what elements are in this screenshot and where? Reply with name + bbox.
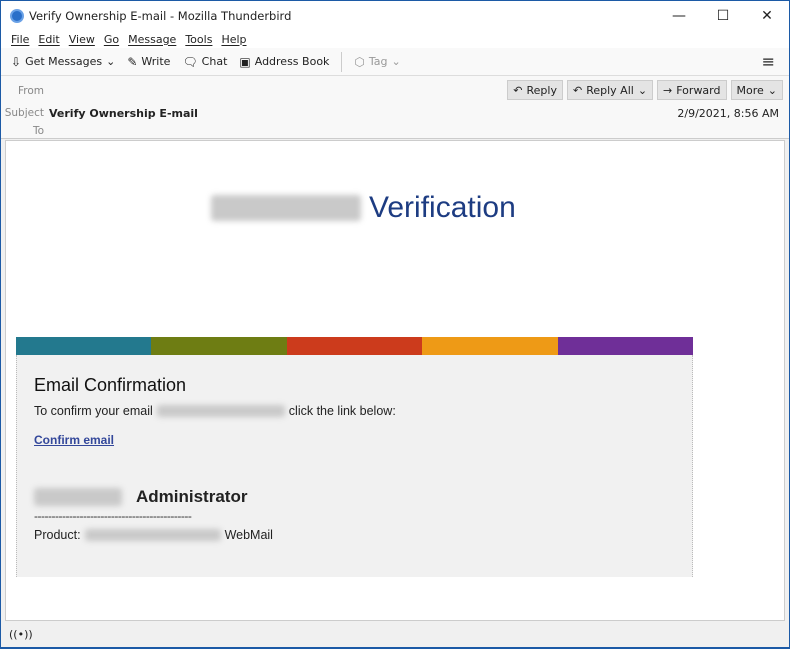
reply-icon: ↶ [513, 83, 523, 97]
reply-all-label: Reply All [586, 83, 634, 97]
administrator-text: Administrator [136, 487, 248, 506]
from-label: From [17, 85, 44, 97]
write-button[interactable]: ✎ Write [127, 55, 170, 69]
chevron-down-icon[interactable]: ⌄ [106, 55, 115, 68]
forward-label: Forward [676, 83, 721, 97]
menu-message[interactable]: Message [128, 33, 176, 46]
subject-label: Subject [4, 107, 44, 119]
reply-button[interactable]: ↶ Reply [507, 80, 563, 100]
thunderbird-icon [10, 8, 24, 23]
forward-icon: → [663, 83, 673, 97]
tag-button[interactable]: ⬡ Tag ⌄ [354, 55, 400, 69]
reply-label: Reply [526, 83, 557, 97]
pencil-icon: ✎ [127, 54, 138, 69]
tag-icon: ⬡ [354, 54, 365, 69]
menu-tools[interactable]: Tools [185, 33, 212, 46]
confirmation-panel: Email Confirmation To confirm your email… [16, 355, 693, 577]
redacted-brand [211, 195, 361, 221]
menu-bar: File Edit View Go Message Tools Help [1, 30, 789, 48]
product-label: Product: [34, 528, 81, 542]
heading-text: Verification [369, 191, 516, 224]
get-messages-button[interactable]: ⇩ Get Messages ⌄ [11, 55, 115, 69]
chat-button[interactable]: 🗨 Chat [182, 55, 227, 69]
reply-all-button[interactable]: ↶ Reply All ⌄ [566, 80, 654, 100]
menu-view[interactable]: View [69, 33, 95, 46]
panel-title: Email Confirmation [34, 375, 187, 395]
color-bar [16, 337, 694, 355]
redacted-email [156, 405, 285, 417]
title-bar: Verify Ownership E-mail - Mozilla Thunde… [1, 1, 789, 30]
confirm-email-link[interactable]: Confirm email [34, 433, 675, 447]
divider-line: ----------------------------------------… [34, 509, 192, 523]
chevron-down-icon: ⌄ [391, 55, 401, 68]
color-bar-segment [16, 337, 152, 355]
toolbar: ⇩ Get Messages ⌄ ✎ Write 🗨 Chat ▣ Address Boo… [1, 48, 789, 76]
product-line: Product: WebMail [34, 528, 675, 542]
get-messages-label: Get Messages [25, 55, 103, 68]
minimize-button[interactable]: — [657, 8, 701, 24]
confirm-line: To confirm your email click the link bel… [34, 404, 675, 418]
address-book-label: Address Book [254, 55, 330, 68]
color-bar-segment [286, 337, 423, 355]
subject-value: Verify Ownership E-mail [49, 107, 198, 120]
maximize-button[interactable]: ☐ [701, 8, 745, 24]
to-label: To [32, 125, 44, 137]
forward-button[interactable]: → Forward [657, 80, 727, 100]
write-label: Write [141, 55, 171, 68]
tag-label: Tag [368, 55, 388, 68]
chevron-down-icon[interactable]: ⌄ [638, 84, 647, 97]
signature: Administrator [34, 487, 675, 507]
address-book-button[interactable]: ▣ Address Book [239, 55, 329, 69]
status-bar: ((•)) [1, 623, 789, 645]
menu-edit[interactable]: Edit [38, 33, 59, 46]
chat-icon: 🗨 [182, 54, 198, 69]
chevron-down-icon: ⌄ [767, 83, 777, 97]
message-date: 2/9/2021, 8:56 AM [677, 107, 779, 120]
menu-file[interactable]: File [11, 33, 29, 46]
product-suffix: WebMail [224, 528, 273, 542]
message-header: From Subject To Verify Ownership E-mail … [1, 76, 789, 139]
more-button[interactable]: More ⌄ [730, 80, 783, 100]
hamburger-menu-icon[interactable]: ≡ [762, 52, 775, 71]
menu-go[interactable]: Go [104, 33, 119, 46]
confirm-suffix: click the link below: [288, 404, 396, 418]
redacted-domain [34, 488, 122, 506]
color-bar-segment [557, 337, 694, 355]
message-body: Verification Email Confirmation To confi… [5, 140, 785, 621]
online-status-icon[interactable]: ((•)) [9, 628, 33, 641]
download-icon: ⇩ [11, 54, 22, 69]
toolbar-separator [341, 51, 343, 72]
menu-help[interactable]: Help [221, 33, 246, 46]
email-heading: Verification [211, 191, 516, 225]
more-label: More [736, 83, 764, 97]
color-bar-segment [422, 337, 558, 355]
color-bar-segment [151, 337, 287, 355]
chat-label: Chat [201, 55, 228, 68]
address-book-icon: ▣ [239, 54, 251, 69]
confirm-prefix: To confirm your email [34, 404, 153, 418]
reply-all-icon: ↶ [572, 83, 583, 97]
window-title: Verify Ownership E-mail - Mozilla Thunde… [29, 8, 292, 23]
thunderbird-window: Verify Ownership E-mail - Mozilla Thunde… [1, 1, 789, 647]
redacted-product [84, 529, 221, 541]
close-button[interactable]: ✕ [745, 8, 789, 24]
